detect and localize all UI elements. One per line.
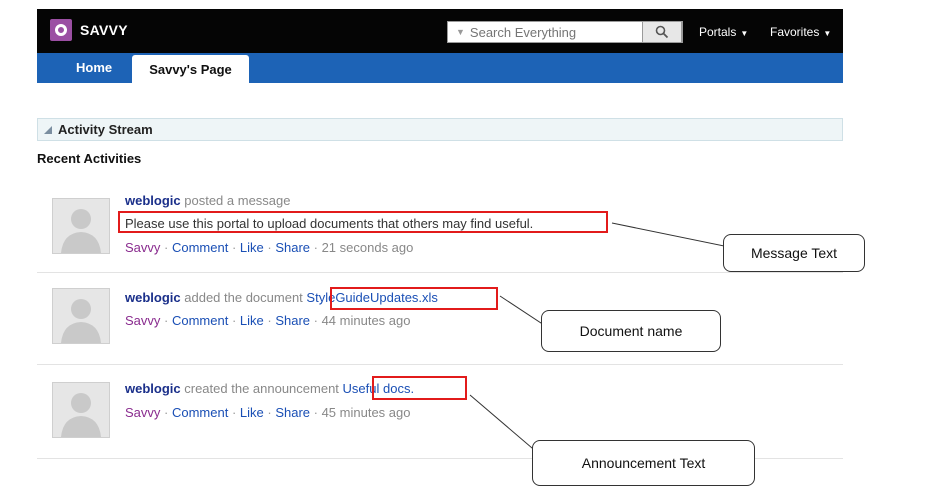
announcement-text-callout-label: Announcement Text — [581, 455, 706, 471]
document-name-callout: Document name — [541, 310, 721, 352]
message-callout-pointer — [611, 222, 737, 247]
message-text-callout: Message Text — [723, 234, 865, 272]
document-name-callout-label: Document name — [579, 323, 683, 339]
message-text-callout-label: Message Text — [750, 245, 838, 261]
announcement-text-callout: Announcement Text — [532, 440, 755, 486]
